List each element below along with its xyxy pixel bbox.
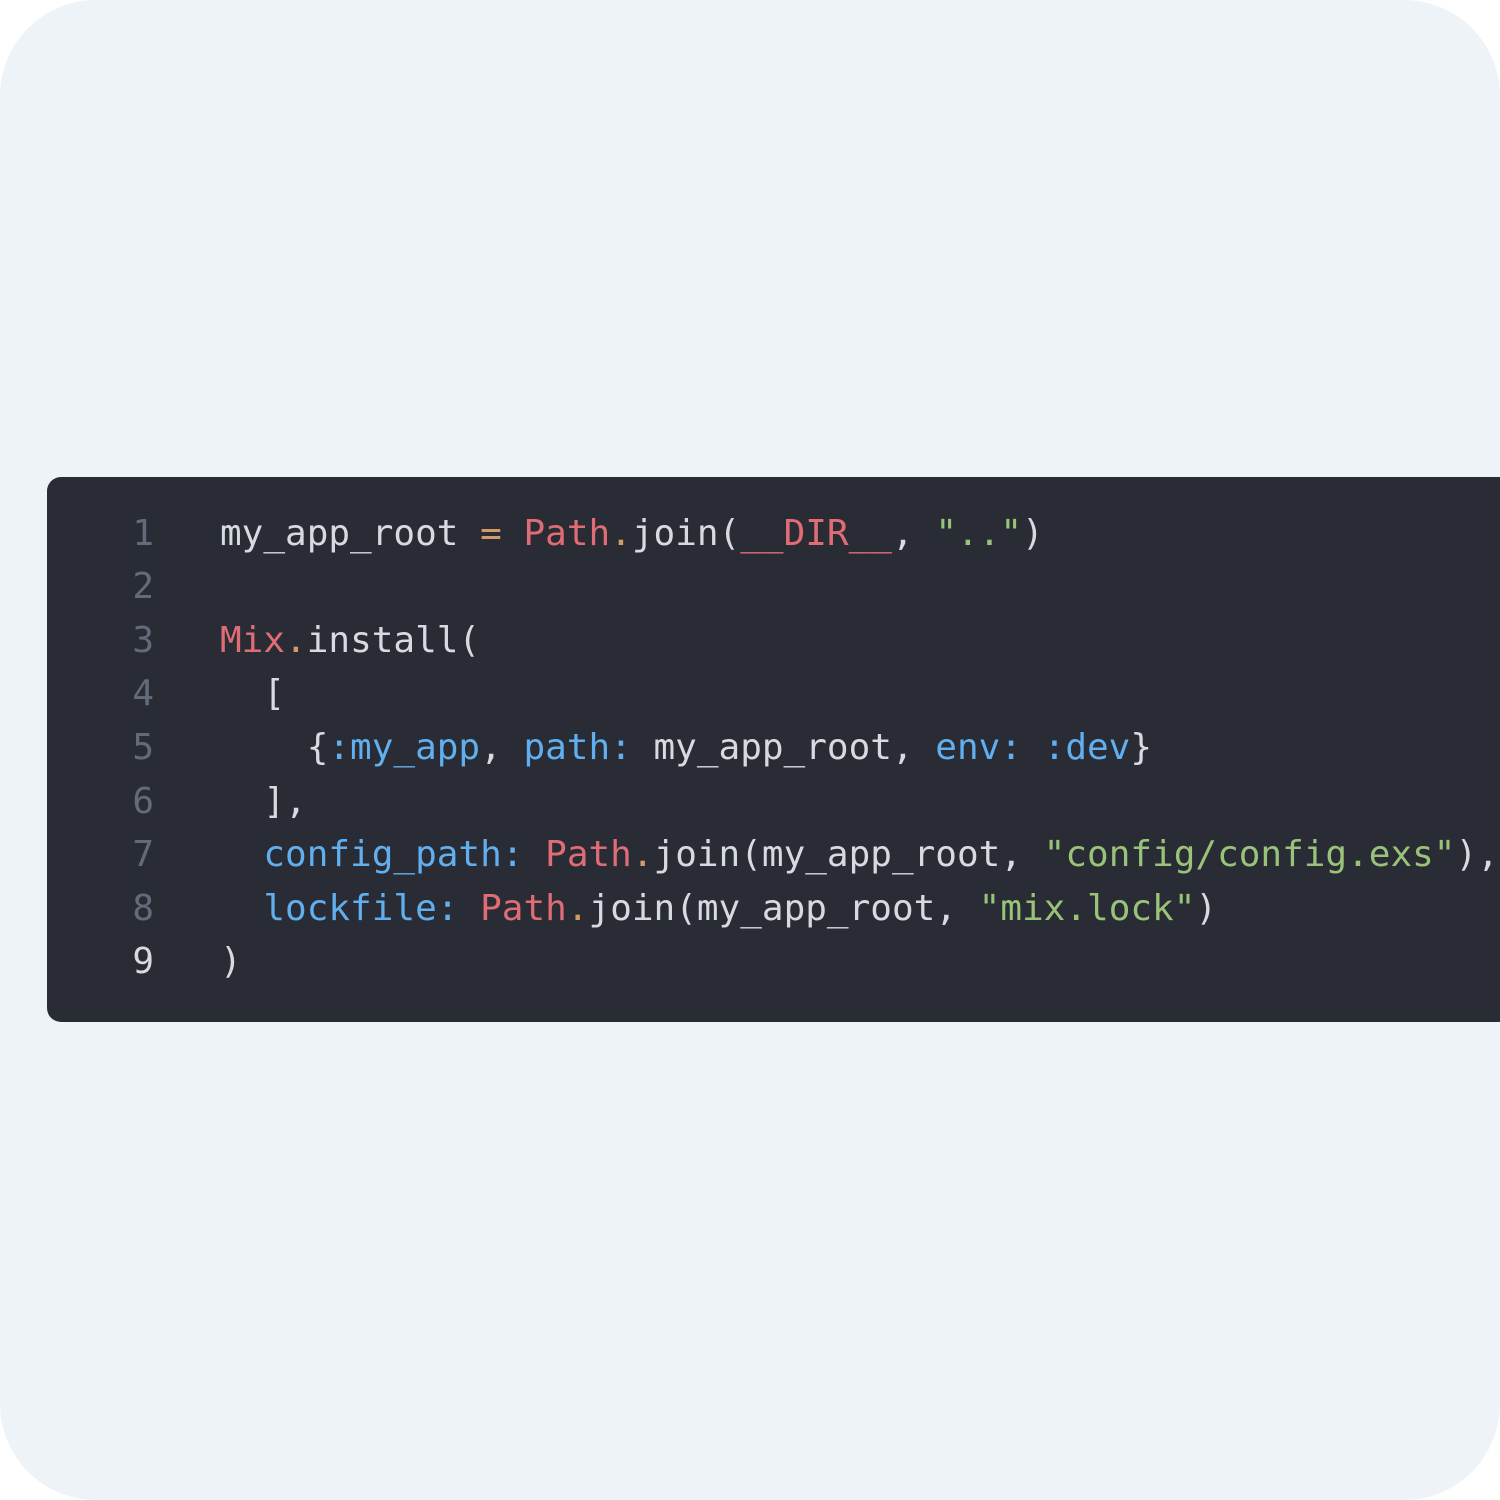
line-number: 1 <box>132 512 154 554</box>
code-token: , <box>891 512 936 554</box>
code-token: . <box>610 512 632 554</box>
code-editor[interactable]: 1 my_app_root = Path.join(__DIR__, "..") 2… <box>47 477 1500 1022</box>
code-token: join(my_app_root, <box>653 834 1044 876</box>
page-frame: 1 my_app_root = Path.join(__DIR__, "..") 2… <box>0 0 1500 1500</box>
code-token: env: <box>935 726 1022 768</box>
code-text[interactable]: ) <box>220 941 242 982</box>
line-number: 5 <box>132 726 154 768</box>
line-number: 9 <box>132 941 154 983</box>
code-token: path: <box>523 726 632 768</box>
code-text[interactable]: my_app_root = Path.join(__DIR__, "..") <box>220 513 1044 554</box>
code-token: :dev <box>1043 726 1131 768</box>
code-line[interactable]: 1 my_app_root = Path.join(__DIR__, "..") <box>47 506 1500 560</box>
code-text[interactable]: {:my_app, path: my_app_root, env: :dev} <box>220 727 1152 768</box>
code-token: . <box>566 887 589 929</box>
line-number: 7 <box>132 834 154 876</box>
code-token: } <box>1130 726 1153 768</box>
code-token: "mix.lock" <box>978 887 1196 929</box>
code-text[interactable]: lockfile: Path.join(my_app_root, "mix.lo… <box>220 888 1217 929</box>
code-token: . <box>285 619 307 661</box>
code-token: join( <box>631 512 741 554</box>
line-number: 2 <box>132 566 154 608</box>
line-number: 4 <box>132 673 154 715</box>
code-token: [ <box>220 673 286 715</box>
code-token: = <box>480 512 502 554</box>
code-line[interactable]: 6 ], <box>47 774 1500 828</box>
code-line[interactable]: 3 Mix.install( <box>47 613 1500 667</box>
code-token: my_app_root <box>220 512 481 554</box>
code-token: ) <box>1022 512 1044 554</box>
code-line[interactable]: 2 <box>47 560 1500 614</box>
code-token: Path <box>523 512 611 554</box>
code-token: lockfile: <box>263 887 459 929</box>
code-text[interactable]: [ <box>220 673 285 714</box>
code-token: ".." <box>935 512 1023 554</box>
code-token: "config/config.exs" <box>1043 834 1456 876</box>
code-token: config_path: <box>263 834 524 876</box>
code-token: ), <box>1455 834 1499 876</box>
code-line[interactable]: 7 config_path: Path.join(my_app_root, "c… <box>47 828 1500 882</box>
code-line[interactable]: 9) <box>47 935 1500 989</box>
line-number: 6 <box>132 780 154 822</box>
code-token: { <box>220 726 329 768</box>
code-token: my_app_root, <box>631 726 936 768</box>
code-line[interactable]: 5 {:my_app, path: my_app_root, env: :dev… <box>47 720 1500 774</box>
code-text[interactable]: Mix.install( <box>220 620 480 661</box>
code-token: join(my_app_root, <box>588 887 979 929</box>
code-line[interactable]: 4 [ <box>47 667 1500 721</box>
code-token: install( <box>306 619 481 661</box>
line-number: 3 <box>132 619 154 661</box>
code-token: Path <box>545 834 632 876</box>
code-token: ) <box>220 941 242 983</box>
code-token: ) <box>1195 887 1218 929</box>
code-token: Path <box>480 887 567 929</box>
code-token: :my_app <box>328 726 481 768</box>
code-line[interactable]: 8 lockfile: Path.join(my_app_root, "mix.… <box>47 881 1500 935</box>
line-number: 8 <box>132 887 154 929</box>
code-text[interactable]: ], <box>220 780 307 822</box>
code-token: ], <box>220 780 307 822</box>
code-token: __DIR__ <box>740 512 892 554</box>
code-token: , <box>480 726 524 768</box>
code-text[interactable]: config_path: Path.join(my_app_root, "con… <box>220 834 1499 876</box>
code-token: Mix <box>220 619 286 661</box>
code-token: . <box>631 834 654 876</box>
